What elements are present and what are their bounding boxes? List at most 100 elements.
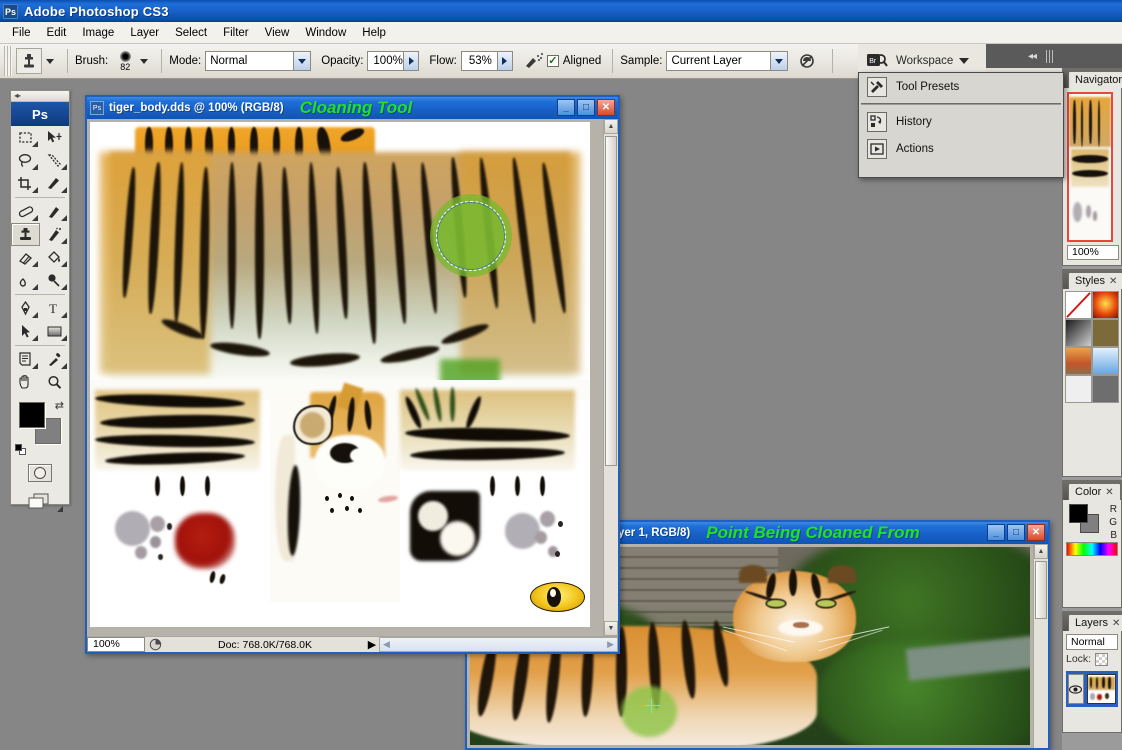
- tool-rectangle-shape[interactable]: [40, 320, 69, 343]
- tool-history-brush[interactable]: [40, 223, 69, 246]
- style-swatch-dark[interactable]: [1065, 319, 1092, 347]
- style-swatch-sunset[interactable]: [1065, 347, 1092, 375]
- color-foreground-swatch[interactable]: [1069, 504, 1088, 523]
- lock-transparent-pixels-icon[interactable]: [1095, 653, 1108, 666]
- opacity-slider-arrow-icon[interactable]: [403, 52, 418, 70]
- aligned-checkbox[interactable]: ✓: [547, 55, 559, 67]
- tab-styles[interactable]: Styles ✕: [1068, 272, 1122, 289]
- style-swatch-grey[interactable]: [1092, 375, 1119, 403]
- tool-healing-brush[interactable]: [11, 200, 40, 223]
- menu-image[interactable]: Image: [74, 25, 122, 41]
- layer-thumbnail[interactable]: [1087, 674, 1116, 704]
- airbrush-icon[interactable]: [521, 48, 547, 74]
- tab-color[interactable]: Color ✕: [1068, 483, 1121, 500]
- tool-move[interactable]: [40, 126, 69, 149]
- tool-hand[interactable]: [11, 371, 40, 394]
- menu-item-history[interactable]: History: [859, 108, 1063, 135]
- menu-item-actions[interactable]: Actions: [859, 135, 1063, 162]
- tool-pen[interactable]: [11, 297, 40, 320]
- flow-field[interactable]: 53%: [461, 51, 513, 71]
- tool-dodge[interactable]: [40, 269, 69, 292]
- right-arrow-icon[interactable]: ▶: [365, 638, 379, 651]
- document1-close-button[interactable]: ✕: [597, 99, 615, 116]
- ignore-adjustment-layers-icon[interactable]: [794, 48, 820, 74]
- scroll-up-arrow-icon[interactable]: ▲: [1034, 544, 1048, 559]
- tab-navigator[interactable]: Navigator: [1068, 71, 1122, 88]
- layer-blend-mode-select[interactable]: Normal: [1066, 634, 1118, 650]
- collapse-to-icons-icon[interactable]: ◂◂: [1028, 51, 1036, 62]
- scroll-left-arrow-icon[interactable]: ◀: [380, 639, 393, 650]
- scroll-down-arrow-icon[interactable]: ▼: [604, 621, 618, 636]
- swap-colors-icon[interactable]: ⇄: [55, 399, 64, 412]
- sample-chevron-down-icon[interactable]: [770, 52, 787, 70]
- menu-help[interactable]: Help: [354, 25, 394, 41]
- tab-layers[interactable]: Layers ✕: [1068, 614, 1122, 631]
- style-swatch-fire[interactable]: [1092, 291, 1119, 319]
- toolbox-grip[interactable]: ◂▸: [11, 91, 69, 102]
- document1-maximize-button[interactable]: □: [577, 99, 595, 116]
- menu-window[interactable]: Window: [297, 25, 354, 41]
- tool-type[interactable]: T: [40, 297, 69, 320]
- document2-scroll-thumb[interactable]: [1035, 561, 1047, 619]
- brush-preview[interactable]: 82: [112, 51, 138, 72]
- dock-grip[interactable]: [1046, 50, 1053, 63]
- clone-stamp-icon[interactable]: [16, 48, 42, 74]
- menu-edit[interactable]: Edit: [39, 25, 75, 41]
- scroll-up-arrow-icon[interactable]: ▲: [604, 119, 618, 134]
- menu-layer[interactable]: Layer: [122, 25, 167, 41]
- document-window-tiger-texture[interactable]: Ps tiger_body.dds @ 100% (RGB/8) Cloanin…: [85, 95, 620, 654]
- menu-item-tool-presets[interactable]: Tool Presets: [859, 73, 1063, 100]
- navigator-thumbnail[interactable]: [1067, 92, 1113, 242]
- eye-icon[interactable]: [1068, 674, 1084, 704]
- options-bar-grip[interactable]: [4, 46, 12, 76]
- tool-path-selection[interactable]: [11, 320, 40, 343]
- document1-vertical-scrollbar[interactable]: ▲ ▼: [603, 119, 618, 636]
- close-icon[interactable]: ✕: [1105, 487, 1113, 498]
- menu-filter[interactable]: Filter: [215, 25, 257, 41]
- document2-minimize-button[interactable]: _: [987, 524, 1005, 541]
- document2-close-button[interactable]: ✕: [1027, 524, 1045, 541]
- tool-preset-chevron-down-icon[interactable]: [46, 59, 54, 64]
- document1-title-bar[interactable]: Ps tiger_body.dds @ 100% (RGB/8) Cloanin…: [87, 97, 618, 119]
- navigator-zoom-field[interactable]: 100%: [1067, 245, 1119, 260]
- style-swatch-olive[interactable]: [1092, 319, 1119, 347]
- document1-minimize-button[interactable]: _: [557, 99, 575, 116]
- style-swatch-none[interactable]: [1065, 291, 1092, 319]
- close-icon[interactable]: ✕: [1112, 618, 1120, 629]
- workspace-dropdown-menu[interactable]: Tool Presets History Actions: [858, 72, 1064, 178]
- document1-zoom-field[interactable]: 100%: [87, 637, 145, 652]
- tool-eyedropper[interactable]: [40, 348, 69, 371]
- layer-row[interactable]: [1066, 671, 1118, 707]
- document1-horizontal-scrollbar[interactable]: ◀ ▶: [379, 637, 618, 652]
- menu-file[interactable]: File: [4, 25, 39, 41]
- foreground-color-swatch[interactable]: [19, 402, 45, 428]
- document2-maximize-button[interactable]: □: [1007, 524, 1025, 541]
- style-swatch-light[interactable]: [1065, 375, 1092, 403]
- go-to-bridge-icon[interactable]: Br: [864, 48, 890, 74]
- document1-canvas[interactable]: [90, 122, 590, 627]
- mode-select[interactable]: Normal: [205, 51, 311, 71]
- style-swatch-sky[interactable]: [1092, 347, 1119, 375]
- tool-brush[interactable]: [40, 200, 69, 223]
- tool-lasso[interactable]: [11, 149, 40, 172]
- flow-slider-arrow-icon[interactable]: [497, 52, 512, 70]
- tool-slice[interactable]: [40, 172, 69, 195]
- color-spectrum-ramp[interactable]: [1066, 542, 1118, 556]
- tool-eraser[interactable]: [11, 246, 40, 269]
- brush-chevron-down-icon[interactable]: [140, 59, 148, 64]
- opacity-field[interactable]: 100%: [367, 51, 419, 71]
- tool-magic-wand[interactable]: [40, 149, 69, 172]
- preview-icon[interactable]: [145, 638, 165, 651]
- document1-scroll-thumb[interactable]: [605, 136, 617, 466]
- scroll-right-arrow-icon[interactable]: ▶: [604, 639, 617, 650]
- quick-mask-toggle[interactable]: [11, 460, 69, 486]
- screen-mode-button[interactable]: [11, 486, 69, 516]
- close-icon[interactable]: ✕: [1109, 276, 1117, 287]
- tool-zoom[interactable]: [40, 371, 69, 394]
- menu-view[interactable]: View: [257, 25, 298, 41]
- tool-blur[interactable]: [11, 269, 40, 292]
- workspace-chevron-down-icon[interactable]: [959, 58, 969, 64]
- tool-notes[interactable]: [11, 348, 40, 371]
- sample-select[interactable]: Current Layer: [666, 51, 788, 71]
- tool-rectangular-marquee[interactable]: [11, 126, 40, 149]
